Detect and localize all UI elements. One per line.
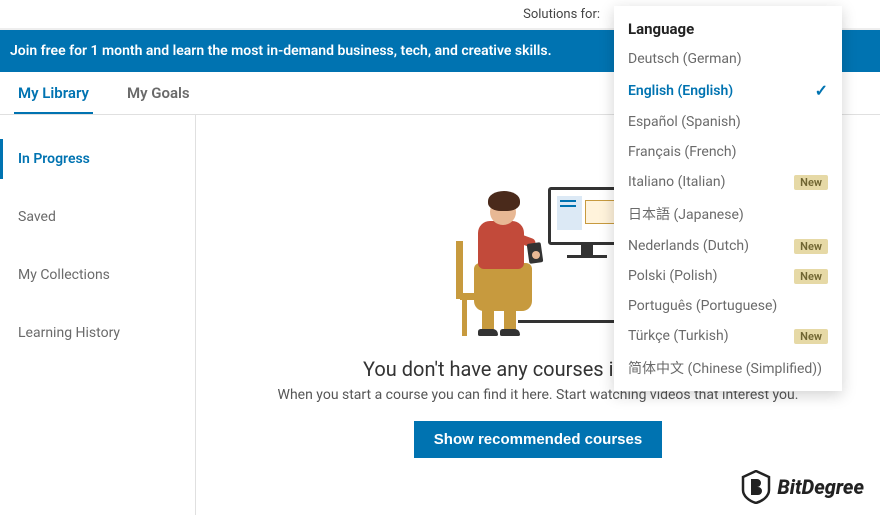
sidebar-item-my-collections[interactable]: My Collections	[0, 255, 195, 295]
sidebar-item-label: Saved	[18, 209, 56, 225]
tab-my-goals[interactable]: My Goals	[123, 72, 194, 114]
language-option-label: 简体中文 (Chinese (Simplified))	[628, 358, 822, 378]
sidebar-item-label: In Progress	[18, 151, 90, 167]
language-option-chinese-simplified[interactable]: 简体中文 (Chinese (Simplified))	[614, 351, 842, 385]
sidebar-item-saved[interactable]: Saved	[0, 197, 195, 237]
bitdegree-watermark: BitDegree	[741, 470, 864, 504]
sidebar-item-in-progress[interactable]: In Progress	[0, 139, 195, 179]
language-option-italian[interactable]: Italiano (Italian) New	[614, 167, 842, 197]
sidebar-item-learning-history[interactable]: Learning History	[0, 313, 195, 353]
language-option-turkish[interactable]: Türkçe (Turkish) New	[614, 321, 842, 351]
language-option-portuguese[interactable]: Português (Portuguese)	[614, 291, 842, 321]
language-option-polish[interactable]: Polski (Polish) New	[614, 261, 842, 291]
language-option-label: Français (French)	[628, 144, 736, 160]
language-option-spanish[interactable]: Español (Spanish)	[614, 107, 842, 137]
show-recommended-courses-button[interactable]: Show recommended courses	[414, 421, 662, 458]
tab-label: My Library	[18, 84, 89, 102]
language-option-label: Nederlands (Dutch)	[628, 238, 749, 254]
new-badge: New	[794, 175, 828, 190]
solutions-for-label: Solutions for:	[523, 7, 600, 22]
language-option-label: Português (Portuguese)	[628, 298, 777, 314]
language-option-label: 日本語 (Japanese)	[628, 204, 744, 224]
language-option-japanese[interactable]: 日本語 (Japanese)	[614, 197, 842, 231]
tab-my-library[interactable]: My Library	[14, 72, 93, 114]
language-option-dutch[interactable]: Nederlands (Dutch) New	[614, 231, 842, 261]
check-icon: ✓	[815, 81, 828, 100]
language-option-label: Polski (Polish)	[628, 268, 717, 284]
language-dropdown-title: Language	[614, 12, 842, 44]
new-badge: New	[794, 329, 828, 344]
empty-state-illustration	[448, 173, 628, 341]
sidebar-item-label: Learning History	[18, 325, 120, 341]
language-option-label: Español (Spanish)	[628, 114, 741, 130]
language-option-german[interactable]: Deutsch (German)	[614, 44, 842, 74]
promo-banner-text: Join free for 1 month and learn the most…	[10, 43, 552, 59]
language-option-english[interactable]: English (English) ✓	[614, 74, 842, 107]
new-badge: New	[794, 239, 828, 254]
language-option-label: English (English)	[628, 83, 733, 99]
language-option-label: Italiano (Italian)	[628, 174, 725, 190]
tab-label: My Goals	[127, 84, 190, 102]
new-badge: New	[794, 269, 828, 284]
language-dropdown: Language Deutsch (German) English (Engli…	[614, 6, 842, 391]
bitdegree-text: BitDegree	[777, 475, 864, 499]
language-option-french[interactable]: Français (French)	[614, 137, 842, 167]
sidebar: In Progress Saved My Collections Learnin…	[0, 115, 196, 515]
bitdegree-logo-icon	[741, 470, 771, 504]
language-option-label: Deutsch (German)	[628, 51, 742, 67]
language-option-label: Türkçe (Turkish)	[628, 328, 729, 344]
sidebar-item-label: My Collections	[18, 267, 110, 283]
